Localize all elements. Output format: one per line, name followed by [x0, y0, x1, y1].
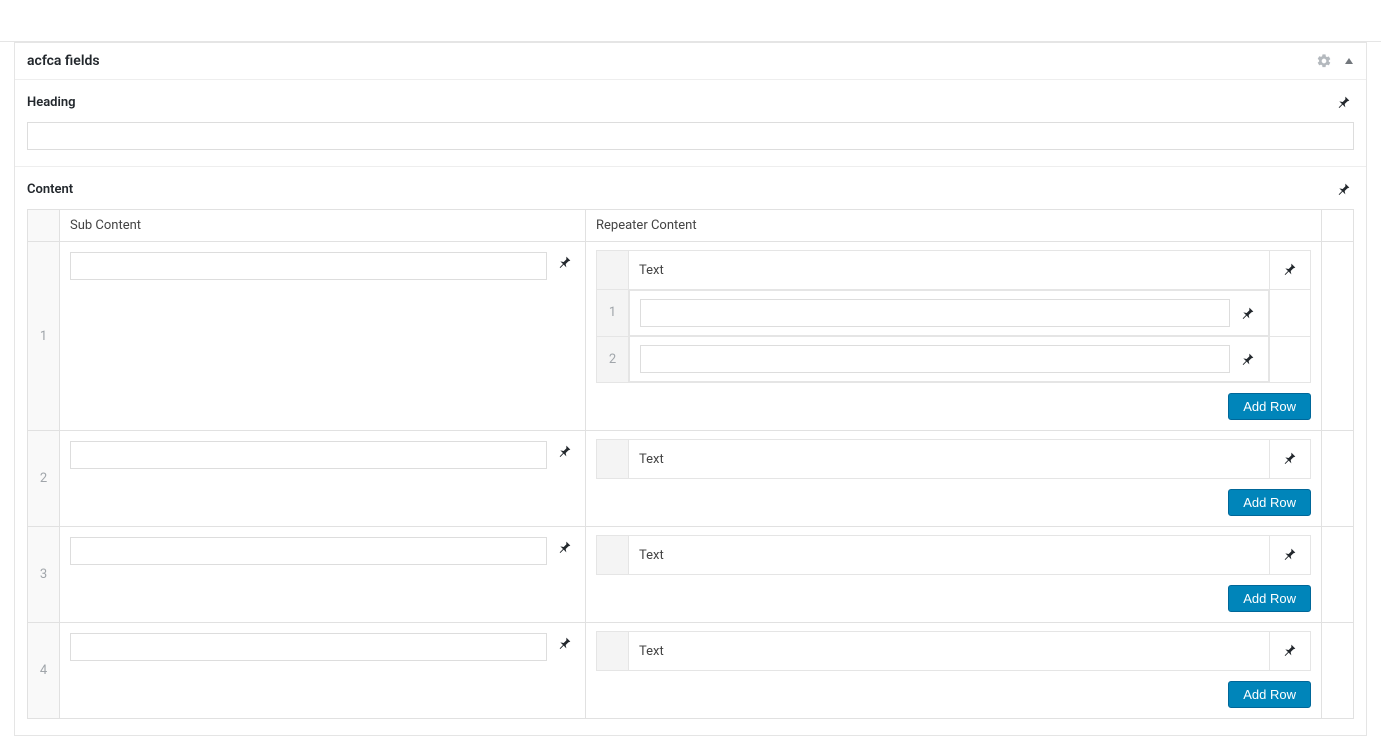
table-row: 4 Text Add Row: [28, 623, 1354, 719]
nested-action-header: [1270, 251, 1311, 290]
sub-content-cell: [60, 623, 586, 719]
field-content-label-row: Content: [27, 179, 1354, 199]
sub-content-header-label: Sub Content: [70, 218, 141, 233]
nested-text-input[interactable]: [640, 299, 1230, 327]
pin-icon[interactable]: [1280, 259, 1300, 279]
field-heading-label-row: Heading: [27, 92, 1354, 112]
add-row-button[interactable]: Add Row: [1228, 393, 1311, 420]
gear-icon[interactable]: [1316, 53, 1332, 69]
table-row: 3 Text Add Row: [28, 527, 1354, 623]
nested-row-number[interactable]: 2: [597, 336, 629, 383]
pin-icon[interactable]: [555, 633, 575, 653]
field-heading-label: Heading: [27, 95, 76, 110]
sub-content-input[interactable]: [70, 537, 547, 565]
nested-repeater-table: Text: [596, 535, 1311, 575]
nested-repeater-table: Text 1 2: [596, 250, 1311, 383]
pin-icon[interactable]: [1280, 640, 1300, 660]
pin-icon[interactable]: [555, 537, 575, 557]
table-row: 2 Text Add Row: [28, 431, 1354, 527]
pin-icon[interactable]: [1334, 179, 1354, 199]
row-number[interactable]: 1: [28, 242, 60, 431]
pin-icon[interactable]: [1238, 303, 1258, 323]
nested-row-action: [1270, 290, 1311, 337]
nested-row: 2: [597, 336, 1311, 383]
panel-title: acfca fields: [27, 53, 100, 69]
sub-content-cell: [60, 242, 586, 431]
field-content: Content Sub Content Repeater Content 1: [15, 167, 1366, 735]
nested-text-input[interactable]: [640, 345, 1230, 373]
nested-row-action: [1270, 336, 1311, 383]
row-action-cell: [1322, 242, 1354, 431]
top-spacer: [0, 0, 1381, 42]
sub-content-cell: [60, 527, 586, 623]
nested-text-cell: [629, 336, 1269, 382]
pin-icon[interactable]: [555, 252, 575, 272]
nested-number-header: [597, 632, 629, 671]
repeater-content-cell: Text Add Row: [586, 431, 1322, 527]
nested-repeater-table: Text: [596, 439, 1311, 479]
nested-number-header: [597, 440, 629, 479]
nested-row: 1: [597, 290, 1311, 337]
repeater-content-cell: Text 1 2 Add Row: [586, 242, 1322, 431]
nested-number-header: [597, 251, 629, 290]
nested-action-header: [1270, 536, 1311, 575]
repeater-content-header-label: Repeater Content: [596, 218, 697, 233]
field-content-label: Content: [27, 182, 73, 197]
sub-content-cell: [60, 431, 586, 527]
row-number[interactable]: 4: [28, 623, 60, 719]
nested-row-number[interactable]: 1: [597, 290, 629, 337]
column-repeater-content-header: Repeater Content: [586, 210, 1322, 242]
add-row-button[interactable]: Add Row: [1228, 585, 1311, 612]
pin-icon[interactable]: [1280, 544, 1300, 564]
nested-action-header: [1270, 632, 1311, 671]
sub-content-input[interactable]: [70, 252, 547, 280]
pin-icon[interactable]: [555, 441, 575, 461]
nested-repeater-table: Text: [596, 631, 1311, 671]
nested-action-header: [1270, 440, 1311, 479]
sub-content-input[interactable]: [70, 633, 547, 661]
content-repeater-table: Sub Content Repeater Content 1 Text 1 2 …: [27, 209, 1354, 719]
table-row: 1 Text 1 2 Add Row: [28, 242, 1354, 431]
panel-header: acfca fields: [15, 43, 1366, 80]
pin-icon[interactable]: [1238, 349, 1258, 369]
add-row-button[interactable]: Add Row: [1228, 489, 1311, 516]
pin-icon[interactable]: [1280, 448, 1300, 468]
column-sub-content-header: Sub Content: [60, 210, 586, 242]
row-action-cell: [1322, 527, 1354, 623]
nested-text-cell: [629, 290, 1269, 336]
add-row-button[interactable]: Add Row: [1228, 681, 1311, 708]
sub-content-input[interactable]: [70, 441, 547, 469]
acf-panel: acfca fields Heading Content: [14, 42, 1367, 736]
field-heading: Heading: [15, 80, 1366, 167]
nested-text-header: Text: [629, 251, 1270, 290]
row-action-cell: [1322, 431, 1354, 527]
row-number[interactable]: 2: [28, 431, 60, 527]
column-action-header: [1322, 210, 1354, 242]
nested-text-header: Text: [629, 440, 1270, 479]
row-action-cell: [1322, 623, 1354, 719]
row-number[interactable]: 3: [28, 527, 60, 623]
nested-text-header: Text: [629, 536, 1270, 575]
pin-icon[interactable]: [1334, 92, 1354, 112]
collapse-icon[interactable]: [1344, 56, 1354, 66]
column-number-header: [28, 210, 60, 242]
nested-text-header: Text: [629, 632, 1270, 671]
panel-header-actions: [1316, 53, 1354, 69]
heading-input[interactable]: [27, 122, 1354, 150]
repeater-content-cell: Text Add Row: [586, 527, 1322, 623]
nested-number-header: [597, 536, 629, 575]
repeater-content-cell: Text Add Row: [586, 623, 1322, 719]
